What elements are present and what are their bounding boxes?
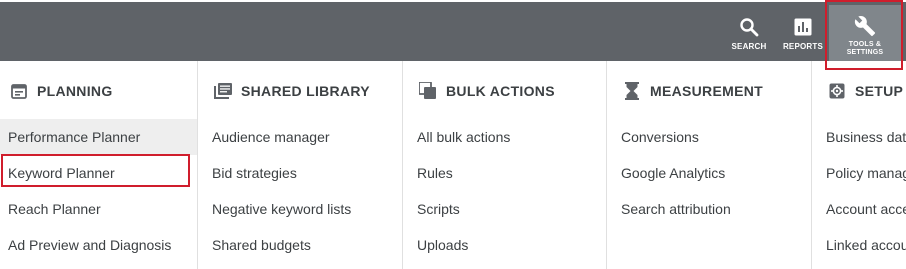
- copy-stack-icon: [419, 82, 437, 100]
- menu-item-negative-keyword-lists[interactable]: Negative keyword lists: [198, 191, 402, 227]
- menu-item-linked-accounts[interactable]: Linked accounts: [812, 227, 906, 263]
- menu-item-scripts[interactable]: Scripts: [403, 191, 606, 227]
- shared-library-header: SHARED LIBRARY: [198, 61, 402, 113]
- top-toolbar: SEARCH REPORTS TOOLS & SETTINGS: [0, 2, 906, 61]
- menu-item-conversions[interactable]: Conversions: [607, 119, 811, 155]
- hourglass-icon: [623, 82, 641, 100]
- menu-item-account-access[interactable]: Account access: [812, 191, 906, 227]
- shared-library-items: Audience manager Bid strategies Negative…: [198, 119, 402, 263]
- setup-header: SETUP: [812, 61, 906, 113]
- measurement-items: Conversions Google Analytics Search attr…: [607, 119, 811, 227]
- menu-item-search-attribution[interactable]: Search attribution: [607, 191, 811, 227]
- shared-library-column: SHARED LIBRARY Audience manager Bid stra…: [198, 61, 403, 269]
- search-label: SEARCH: [731, 42, 767, 51]
- menu-item-reach-planner[interactable]: Reach Planner: [0, 191, 197, 227]
- reports-button[interactable]: REPORTS: [781, 2, 825, 61]
- setup-column: SETUP Business data Policy manager Accou…: [812, 61, 906, 269]
- menu-item-rules[interactable]: Rules: [403, 155, 606, 191]
- measurement-title: MEASUREMENT: [650, 83, 763, 99]
- planning-items: Performance Planner Keyword Planner Reac…: [0, 119, 197, 263]
- gear-icon: [828, 82, 846, 100]
- menu-item-keyword-planner[interactable]: Keyword Planner: [0, 155, 197, 191]
- bulk-actions-column: BULK ACTIONS All bulk actions Rules Scri…: [403, 61, 607, 269]
- search-button[interactable]: SEARCH: [728, 2, 770, 61]
- planning-column: PLANNING Performance Planner Keyword Pla…: [0, 61, 198, 269]
- bulk-actions-items: All bulk actions Rules Scripts Uploads: [403, 119, 606, 263]
- menu-item-uploads[interactable]: Uploads: [403, 227, 606, 263]
- shared-library-title: SHARED LIBRARY: [241, 83, 370, 99]
- menu-item-shared-budgets[interactable]: Shared budgets: [198, 227, 402, 263]
- menu-item-google-analytics[interactable]: Google Analytics: [607, 155, 811, 191]
- menu-item-business-data[interactable]: Business data: [812, 119, 906, 155]
- bulk-actions-title: BULK ACTIONS: [446, 83, 555, 99]
- wrench-icon: [854, 15, 876, 37]
- planning-title: PLANNING: [37, 83, 113, 99]
- setup-items: Business data Policy manager Account acc…: [812, 119, 906, 263]
- measurement-header: MEASUREMENT: [607, 61, 811, 113]
- setup-title: SETUP: [855, 83, 904, 99]
- menu-item-bid-strategies[interactable]: Bid strategies: [198, 155, 402, 191]
- menu-item-ad-preview[interactable]: Ad Preview and Diagnosis: [0, 227, 197, 263]
- planning-header: PLANNING: [0, 61, 197, 113]
- menu-item-audience-manager[interactable]: Audience manager: [198, 119, 402, 155]
- tools-menu-screen: SEARCH REPORTS TOOLS & SETTINGS PLANNING…: [0, 0, 906, 269]
- tools-settings-label: TOOLS & SETTINGS: [846, 41, 884, 56]
- reports-label: REPORTS: [782, 42, 824, 51]
- menu-item-performance-planner[interactable]: Performance Planner: [0, 119, 197, 155]
- menu-item-all-bulk-actions[interactable]: All bulk actions: [403, 119, 606, 155]
- search-icon: [738, 16, 760, 38]
- reports-icon: [792, 16, 814, 38]
- tools-menu-columns: PLANNING Performance Planner Keyword Pla…: [0, 61, 906, 269]
- tools-settings-button[interactable]: TOOLS & SETTINGS: [829, 5, 901, 61]
- bulk-actions-header: BULK ACTIONS: [403, 61, 606, 113]
- library-icon: [214, 82, 232, 100]
- menu-item-policy-manager[interactable]: Policy manager: [812, 155, 906, 191]
- measurement-column: MEASUREMENT Conversions Google Analytics…: [607, 61, 812, 269]
- calendar-icon: [10, 82, 28, 100]
